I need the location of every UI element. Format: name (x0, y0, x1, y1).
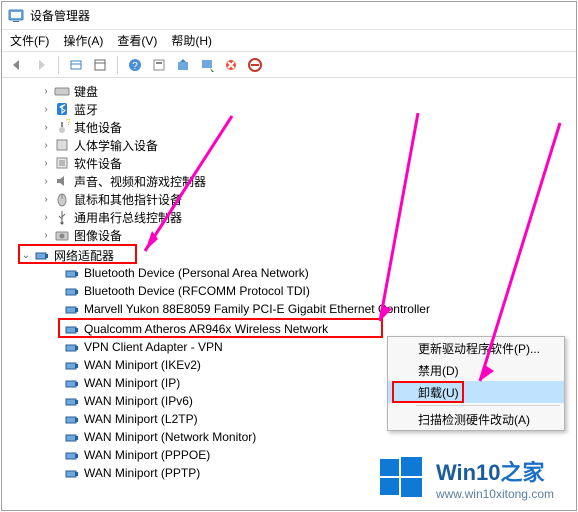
tree-item[interactable]: Marvell Yukon 88E8059 Family PCI-E Gigab… (2, 300, 576, 318)
tree-item[interactable]: Bluetooth Device (Personal Area Network) (2, 264, 576, 282)
network-adapter-icon (64, 265, 80, 281)
scan-hardware-button[interactable] (196, 54, 218, 76)
uninstall-button[interactable] (244, 54, 266, 76)
network-adapter-icon (64, 393, 80, 409)
highlight-network-category (18, 244, 137, 264)
menu-view[interactable]: 查看(V) (117, 32, 157, 49)
ctx-disable[interactable]: 禁用(D) (388, 359, 564, 381)
network-adapter-icon (64, 283, 80, 299)
chevron-right-icon: › (40, 103, 52, 115)
network-adapter-icon (64, 465, 80, 481)
menubar: 文件(F) 操作(A) 查看(V) 帮助(H) (2, 30, 576, 52)
highlight-selected-adapter (58, 318, 383, 338)
menu-action[interactable]: 操作(A) (63, 32, 103, 49)
bluetooth-icon (54, 101, 70, 117)
hid-icon (54, 137, 70, 153)
network-adapter-icon (64, 357, 80, 373)
tree-category-usb[interactable]: ›通用串行总线控制器 (2, 208, 576, 226)
chevron-right-icon: › (40, 229, 52, 241)
svg-text:?: ? (132, 61, 138, 72)
network-adapter-icon (64, 339, 80, 355)
chevron-right-icon: › (40, 85, 52, 97)
chevron-right-icon: › (40, 139, 52, 151)
svg-text:?: ? (66, 119, 70, 127)
device-manager-icon (8, 8, 24, 24)
tree-category-camera[interactable]: ›图像设备 (2, 226, 576, 244)
forward-button[interactable] (30, 54, 52, 76)
sound-icon (54, 173, 70, 189)
properties-button[interactable] (148, 54, 170, 76)
menu-help[interactable]: 帮助(H) (171, 32, 212, 49)
chevron-right-icon: › (40, 121, 52, 133)
network-adapter-icon (64, 375, 80, 391)
windows-logo-icon (378, 455, 424, 501)
mouse-icon (54, 191, 70, 207)
software-icon (54, 155, 70, 171)
highlight-uninstall (392, 381, 464, 403)
chevron-right-icon: › (40, 211, 52, 223)
titlebar: 设备管理器 (2, 2, 576, 30)
keyboard-icon (54, 83, 70, 99)
tree-category-bluetooth[interactable]: ›蓝牙 (2, 100, 576, 118)
ctx-separator (416, 405, 560, 406)
window-title: 设备管理器 (30, 7, 90, 24)
network-adapter-icon (64, 301, 80, 317)
disable-button[interactable] (220, 54, 242, 76)
network-adapter-icon (64, 411, 80, 427)
tree-category-hid[interactable]: ›人体学输入设备 (2, 136, 576, 154)
other-icon: ? (54, 119, 70, 135)
network-adapter-icon (64, 429, 80, 445)
chevron-right-icon: › (40, 175, 52, 187)
tree-category-keyboard[interactable]: ›键盘 (2, 82, 576, 100)
tree-item[interactable]: Bluetooth Device (RFCOMM Protocol TDI) (2, 282, 576, 300)
tree-category-other[interactable]: ›?其他设备 (2, 118, 576, 136)
help-button[interactable]: ? (124, 54, 146, 76)
tree-category-mouse[interactable]: ›鼠标和其他指针设备 (2, 190, 576, 208)
watermark: Win10之家 www.win10xitong.com (378, 455, 554, 501)
update-driver-button[interactable] (172, 54, 194, 76)
device-manager-window: 设备管理器 文件(F) 操作(A) 查看(V) 帮助(H) ? ›键盘 ›蓝牙 … (1, 1, 577, 511)
ctx-update-driver[interactable]: 更新驱动程序软件(P)... (388, 337, 564, 359)
usb-icon (54, 209, 70, 225)
device-tree[interactable]: ›键盘 ›蓝牙 ›?其他设备 ›人体学输入设备 ›软件设备 ›声音、视频和游戏控… (2, 78, 576, 510)
network-adapter-icon (64, 447, 80, 463)
tree-category-sound[interactable]: ›声音、视频和游戏控制器 (2, 172, 576, 190)
show-hidden-button[interactable] (65, 54, 87, 76)
tree-category-software[interactable]: ›软件设备 (2, 154, 576, 172)
menu-file[interactable]: 文件(F) (10, 32, 49, 49)
camera-icon (54, 227, 70, 243)
chevron-right-icon: › (40, 193, 52, 205)
toolbar: ? (2, 52, 576, 78)
view-button[interactable] (89, 54, 111, 76)
chevron-right-icon: › (40, 157, 52, 169)
ctx-scan-hardware[interactable]: 扫描检测硬件改动(A) (388, 408, 564, 430)
back-button[interactable] (6, 54, 28, 76)
